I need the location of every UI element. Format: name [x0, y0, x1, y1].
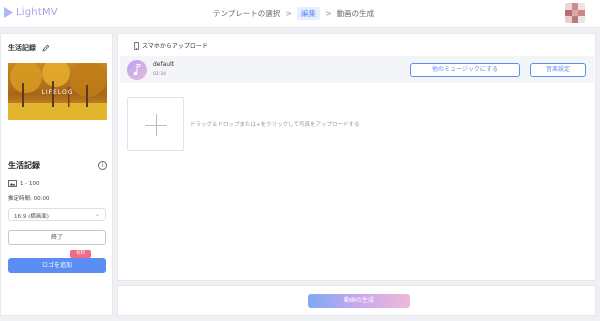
logo-text: LightMV: [16, 7, 58, 18]
aspect-ratio-value: 16:9 (横画面): [14, 214, 49, 220]
project-title: 生活記録: [8, 44, 36, 52]
phone-upload-link[interactable]: スマホからアップロード: [134, 41, 208, 50]
info-icon[interactable]: i: [98, 161, 107, 170]
step-generate-video[interactable]: 動画の生成: [337, 8, 375, 19]
pencil-icon[interactable]: [42, 44, 50, 52]
chevron-right-icon: >: [324, 9, 332, 18]
image-icon: [8, 180, 17, 187]
music-name: default: [153, 61, 175, 68]
music-time: 02:34: [153, 72, 166, 77]
top-bar: LightMV テンプレートの選択 > 編集 > 動画の生成: [0, 0, 600, 28]
app-logo[interactable]: LightMV: [3, 6, 58, 19]
phone-upload-label: スマホからアップロード: [142, 43, 208, 50]
estimated-duration: 推定時間: 00:00: [8, 196, 50, 202]
generate-video-button[interactable]: 動画の生成: [308, 294, 410, 308]
phone-icon: [134, 41, 139, 50]
music-bar: default 02:34 他のミュージックにする 音楽設定: [120, 56, 594, 83]
add-photo-button[interactable]: [127, 97, 184, 151]
template-name: 生活記録: [8, 161, 40, 170]
step-edit[interactable]: 編集: [296, 7, 320, 20]
editor-panel: スマホからアップロード default 02:34 他のミュージックにする 音楽…: [117, 33, 596, 281]
image-count: 1 - 100: [20, 180, 40, 187]
project-title-row: 生活記録: [8, 43, 50, 53]
step-select-template[interactable]: テンプレートの選択: [213, 8, 280, 19]
music-note-icon: [127, 60, 147, 80]
aspect-ratio-select[interactable]: 16:9 (横画面) ⌄: [8, 208, 106, 221]
finish-button[interactable]: 終了: [8, 230, 106, 245]
image-count-row: 1 - 100: [8, 180, 39, 187]
plus-icon-bar: [145, 125, 167, 126]
project-panel: 生活記録 LIFELOG 生活記録 i 1 - 100 推定時間: 00:00 …: [0, 33, 113, 316]
paid-badge: 有料: [70, 250, 91, 258]
change-music-button[interactable]: 他のミュージックにする: [410, 63, 520, 77]
template-thumbnail: LIFELOG: [8, 63, 107, 120]
thumbnail-caption: LIFELOG: [41, 89, 74, 96]
add-logo-button[interactable]: ロゴを追加: [8, 258, 106, 273]
music-settings-button[interactable]: 音楽設定: [530, 63, 586, 77]
bottom-bar: 動画の生成: [117, 285, 596, 316]
avatar[interactable]: [565, 3, 585, 23]
drop-hint: ドラッグ＆ドロップまたは+をクリックして写真をアップロードする: [190, 122, 360, 128]
step-breadcrumb: テンプレートの選択 > 編集 > 動画の生成: [213, 7, 374, 20]
logo-play-icon: [4, 7, 13, 18]
chevron-right-icon: >: [285, 9, 292, 18]
chevron-down-icon: ⌄: [94, 211, 100, 218]
